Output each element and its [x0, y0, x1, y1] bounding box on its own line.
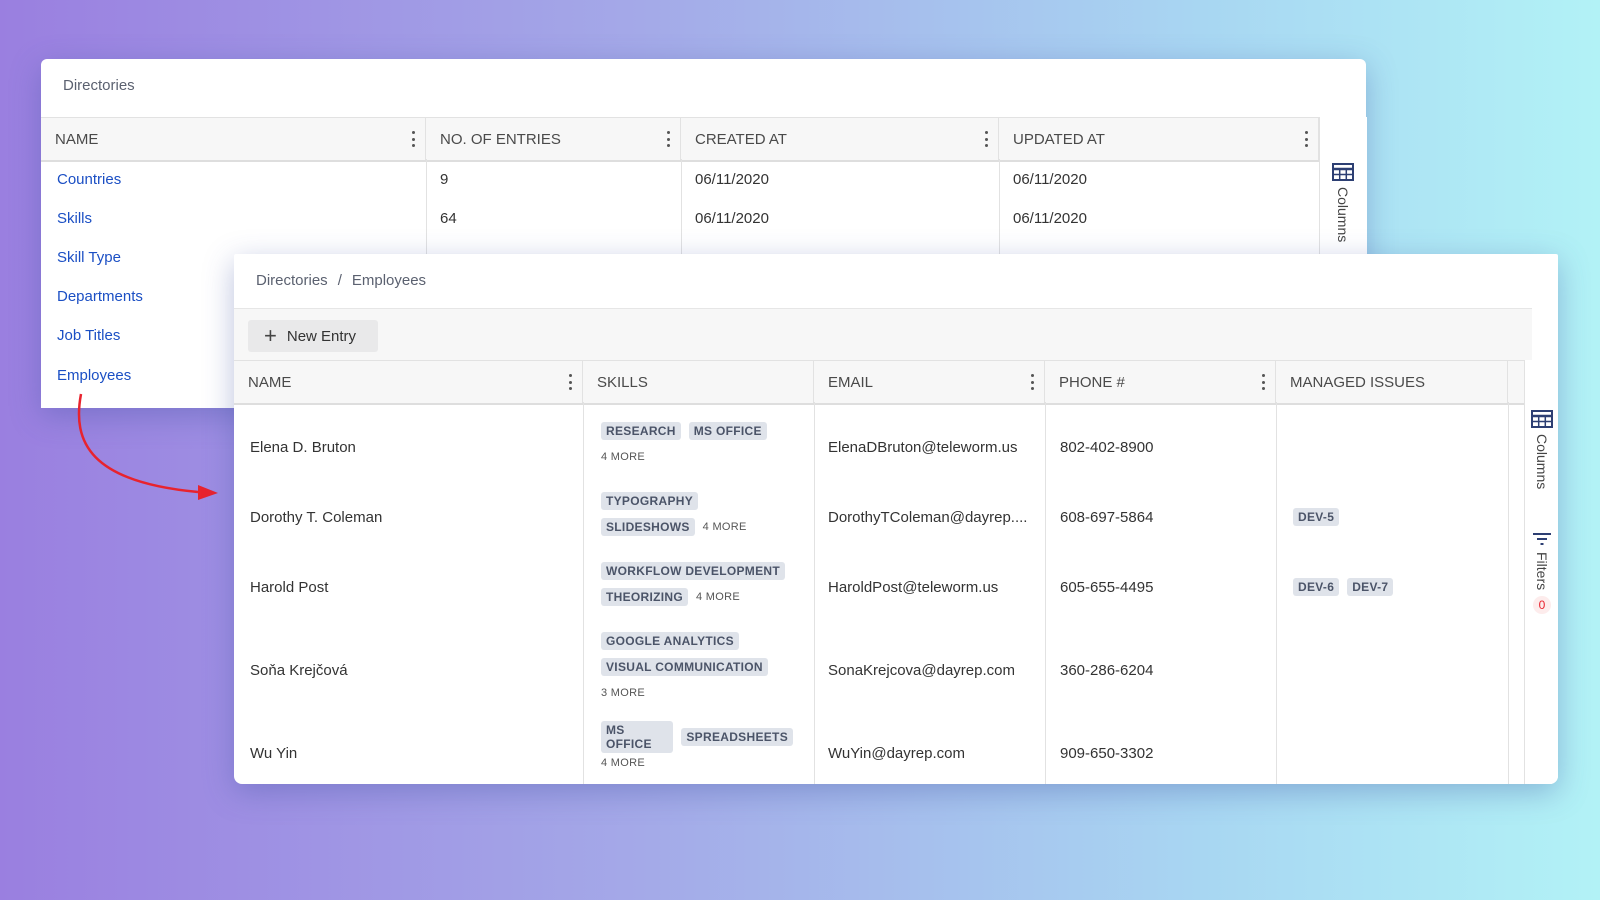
table-icon — [1332, 163, 1354, 181]
columns-toggle[interactable]: Columns — [1332, 163, 1354, 242]
employee-phone: 608-697-5864 — [1060, 509, 1154, 526]
employees-header-row: NAME SKILLS EMAIL PHONE # MANAGED ISSUES — [234, 360, 1532, 405]
employees-side-panel: Columns Filters 0 — [1524, 360, 1558, 784]
col-header-name[interactable]: NAME — [41, 118, 426, 160]
skill-tag: RESEARCH — [601, 422, 681, 440]
employee-phone: 360-286-6204 — [1060, 662, 1154, 679]
directory-link-skills[interactable]: Skills — [57, 210, 92, 227]
col-header-name[interactable]: NAME — [234, 361, 583, 403]
issue-tag[interactable]: DEV-7 — [1347, 578, 1394, 596]
employee-name[interactable]: Wu Yin — [250, 745, 297, 762]
col-header-updated[interactable]: UPDATED AT — [999, 118, 1319, 160]
skill-tag: TYPOGRAPHY — [601, 492, 699, 510]
updated-date: 06/11/2020 — [1013, 171, 1087, 188]
more-skills-link[interactable]: 4 MORE — [601, 451, 645, 463]
column-menu-icon[interactable] — [666, 131, 670, 147]
employee-email: HaroldPost@teleworm.us — [828, 579, 999, 596]
directory-link-employees[interactable]: Employees — [57, 367, 131, 384]
more-skills-link[interactable]: 3 MORE — [601, 687, 645, 699]
created-date: 06/11/2020 — [695, 210, 769, 227]
employee-name[interactable]: Elena D. Bruton — [250, 439, 356, 456]
employee-name[interactable]: Soňa Krejčová — [250, 662, 348, 679]
column-menu-icon[interactable] — [411, 131, 415, 147]
issue-tag[interactable]: DEV-5 — [1293, 508, 1340, 526]
table-icon — [1531, 410, 1553, 428]
created-date: 06/11/2020 — [695, 171, 769, 188]
skill-tag: SLIDESHOWS — [601, 518, 695, 536]
column-menu-icon[interactable] — [1261, 374, 1265, 390]
breadcrumb: Directories / Employees — [256, 272, 426, 289]
employee-phone: 605-655-4495 — [1060, 579, 1154, 596]
skills-cell: TYPOGRAPHY SLIDESHOWS 4 MORE — [601, 488, 801, 540]
directories-header-row: NAME NO. OF ENTRIES CREATED AT UPDATED A… — [41, 117, 1319, 162]
column-menu-icon[interactable] — [1304, 131, 1308, 147]
skill-tag: VISUAL COMMUNICATION — [601, 658, 768, 676]
entries-count: 64 — [440, 210, 457, 227]
col-header-phone[interactable]: PHONE # — [1045, 361, 1276, 403]
skills-cell: GOOGLE ANALYTICS VISUAL COMMUNICATION 3 … — [601, 628, 801, 706]
more-skills-link[interactable]: 4 MORE — [601, 757, 645, 769]
skill-tag: MS OFFICE — [688, 422, 767, 440]
column-menu-icon[interactable] — [984, 131, 988, 147]
issues-cell: DEV-6 DEV-7 — [1293, 578, 1401, 596]
col-header-email[interactable]: EMAIL — [814, 361, 1045, 403]
employee-name[interactable]: Harold Post — [250, 579, 328, 596]
skill-tag: GOOGLE ANALYTICS — [601, 632, 739, 650]
issues-cell: DEV-5 — [1293, 508, 1347, 526]
filters-count-badge: 0 — [1533, 596, 1551, 615]
columns-label: Columns — [1335, 187, 1351, 243]
directory-link-countries[interactable]: Countries — [57, 171, 121, 188]
col-header-entries[interactable]: NO. OF ENTRIES — [426, 118, 681, 160]
updated-date: 06/11/2020 — [1013, 210, 1087, 227]
toolbar: + New Entry — [234, 308, 1532, 361]
employee-phone: 909-650-3302 — [1060, 745, 1154, 762]
skills-cell: MS OFFICE SPREADSHEETS 4 MORE — [601, 721, 801, 776]
employees-panel: Directories / Employees + New Entry NAME… — [234, 254, 1558, 784]
filters-toggle[interactable]: Filters 0 — [1532, 532, 1552, 615]
breadcrumb-directories[interactable]: Directories — [256, 272, 328, 289]
more-skills-link[interactable]: 4 MORE — [696, 591, 740, 603]
skills-cell: RESEARCH MS OFFICE 4 MORE — [601, 418, 801, 470]
navigation-arrow-icon — [77, 393, 218, 500]
column-menu-icon[interactable] — [1030, 374, 1034, 390]
filters-label: Filters — [1534, 552, 1550, 591]
directory-link-skill-type[interactable]: Skill Type — [57, 249, 121, 266]
employee-email: WuYin@dayrep.com — [828, 745, 965, 762]
directory-link-job-titles[interactable]: Job Titles — [57, 327, 120, 344]
col-header-managed-issues[interactable]: MANAGED ISSUES — [1276, 361, 1508, 403]
employee-email: DorothyTColeman@dayrep.... — [828, 509, 1028, 526]
filter-icon — [1533, 533, 1551, 545]
columns-toggle[interactable]: Columns — [1531, 410, 1553, 489]
employee-phone: 802-402-8900 — [1060, 439, 1154, 456]
skill-tag: WORKFLOW DEVELOPMENT — [601, 562, 785, 580]
breadcrumb-separator: / — [337, 272, 342, 289]
col-header-created[interactable]: CREATED AT — [681, 118, 999, 160]
columns-label: Columns — [1534, 434, 1550, 490]
column-menu-icon[interactable] — [568, 374, 572, 390]
directories-title: Directories — [63, 77, 135, 94]
issue-tag[interactable]: DEV-6 — [1293, 578, 1340, 596]
skill-tag: SPREADSHEETS — [681, 728, 793, 746]
plus-icon: + — [264, 323, 277, 348]
skill-tag: THEORIZING — [601, 588, 688, 606]
more-skills-link[interactable]: 4 MORE — [703, 521, 747, 533]
employee-email: ElenaDBruton@teleworm.us — [828, 439, 1018, 456]
employee-name[interactable]: Dorothy T. Coleman — [250, 509, 382, 526]
new-entry-button[interactable]: + New Entry — [248, 320, 378, 352]
entries-count: 9 — [440, 171, 449, 188]
skills-cell: WORKFLOW DEVELOPMENT THEORIZING 4 MORE — [601, 558, 801, 610]
col-header-skills[interactable]: SKILLS — [583, 361, 814, 403]
employee-email: SonaKrejcova@dayrep.com — [828, 662, 1015, 679]
breadcrumb-employees: Employees — [351, 272, 427, 289]
directory-link-departments[interactable]: Departments — [57, 288, 143, 305]
skill-tag: MS OFFICE — [601, 721, 674, 753]
